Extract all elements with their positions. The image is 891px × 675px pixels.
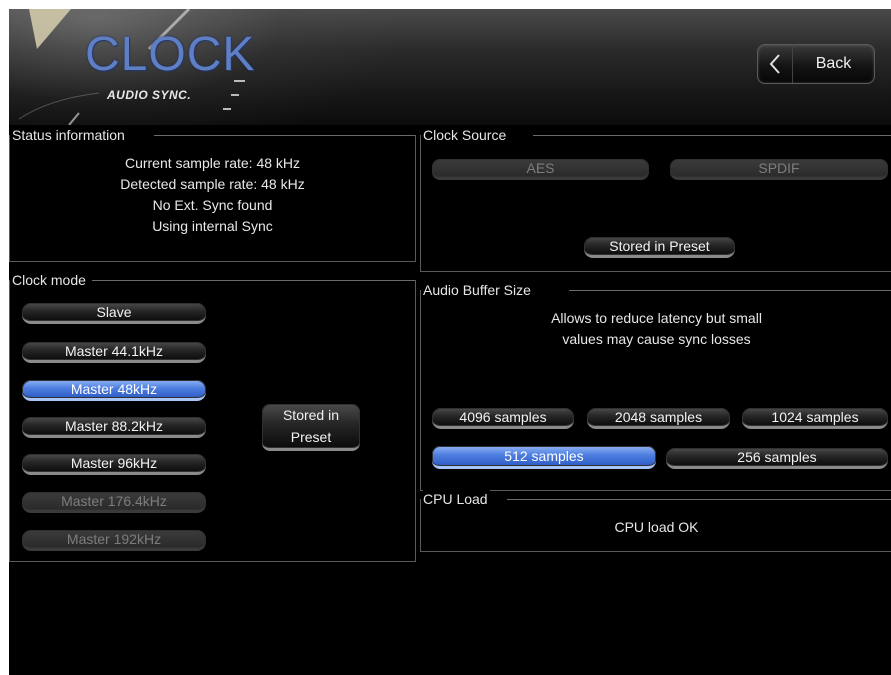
sync-source-status: Using internal Sync: [152, 218, 273, 234]
clock-source-spdif-button[interactable]: SPDIF: [670, 159, 888, 180]
buffer-description-line-2: values may cause sync losses: [562, 331, 751, 347]
chevron-left-icon: [758, 45, 793, 83]
clock-mode-stored-in-preset[interactable]: Stored in Preset: [262, 404, 360, 451]
stored-line-2: Preset: [290, 429, 332, 445]
logo-title: CLOCK: [85, 28, 256, 81]
status-panel: Status information Current sample rate: …: [9, 126, 416, 262]
detected-sample-rate: Detected sample rate: 48 kHz: [120, 176, 305, 192]
back-button[interactable]: Back: [757, 44, 875, 84]
buffer-1024-button[interactable]: 1024 samples: [742, 408, 888, 429]
app-screen: CLOCK AUDIO SYNC. Back Status informatio…: [9, 9, 891, 675]
clock-mode-master-96[interactable]: Master 96kHz: [22, 454, 206, 475]
stored-line-1: Stored in: [282, 407, 340, 423]
clock-source-title: Clock Source: [423, 126, 509, 144]
header: CLOCK AUDIO SYNC. Back: [9, 9, 891, 125]
clock-mode-panel: Clock mode Slave Master 44.1kHz Master 4…: [9, 271, 416, 562]
cpu-load-title: CPU Load: [423, 490, 490, 508]
audio-buffer-title: Audio Buffer Size: [423, 281, 533, 299]
buffer-256-button[interactable]: 256 samples: [666, 448, 888, 469]
cpu-load-panel: CPU Load CPU load OK: [420, 490, 891, 552]
clock-source-aes-button[interactable]: AES: [432, 159, 649, 180]
buffer-description: Allows to reduce latency but small value…: [421, 308, 891, 350]
buffer-4096-button[interactable]: 4096 samples: [432, 408, 574, 429]
status-lines: Current sample rate: 48 kHz Detected sam…: [10, 153, 415, 237]
clock-mode-master-88-2[interactable]: Master 88.2kHz: [22, 417, 206, 438]
audio-buffer-panel: Audio Buffer Size Allows to reduce laten…: [420, 281, 891, 491]
logo-subtitle: AUDIO SYNC.: [107, 88, 192, 102]
clock-mode-slave[interactable]: Slave: [22, 303, 206, 324]
current-sample-rate: Current sample rate: 48 kHz: [124, 155, 301, 171]
status-title: Status information: [12, 126, 127, 144]
back-button-label: Back: [815, 55, 852, 72]
clock-mode-master-192[interactable]: Master 192kHz: [22, 530, 206, 551]
clock-mode-master-44-1[interactable]: Master 44.1kHz: [22, 342, 206, 363]
ext-sync-status: No Ext. Sync found: [152, 197, 273, 213]
buffer-description-line-1: Allows to reduce latency but small: [551, 310, 762, 326]
clock-mode-master-176-4[interactable]: Master 176.4kHz: [22, 492, 206, 513]
buffer-2048-button[interactable]: 2048 samples: [587, 408, 730, 429]
clock-source-stored-in-preset[interactable]: Stored in Preset: [584, 237, 735, 258]
clock-source-panel: Clock Source AES SPDIF Stored in Preset: [420, 126, 891, 272]
clock-mode-title: Clock mode: [12, 271, 88, 289]
clock-mode-master-48[interactable]: Master 48kHz: [22, 380, 206, 401]
buffer-512-button[interactable]: 512 samples: [432, 446, 656, 469]
cpu-load-status: CPU load OK: [614, 519, 699, 535]
